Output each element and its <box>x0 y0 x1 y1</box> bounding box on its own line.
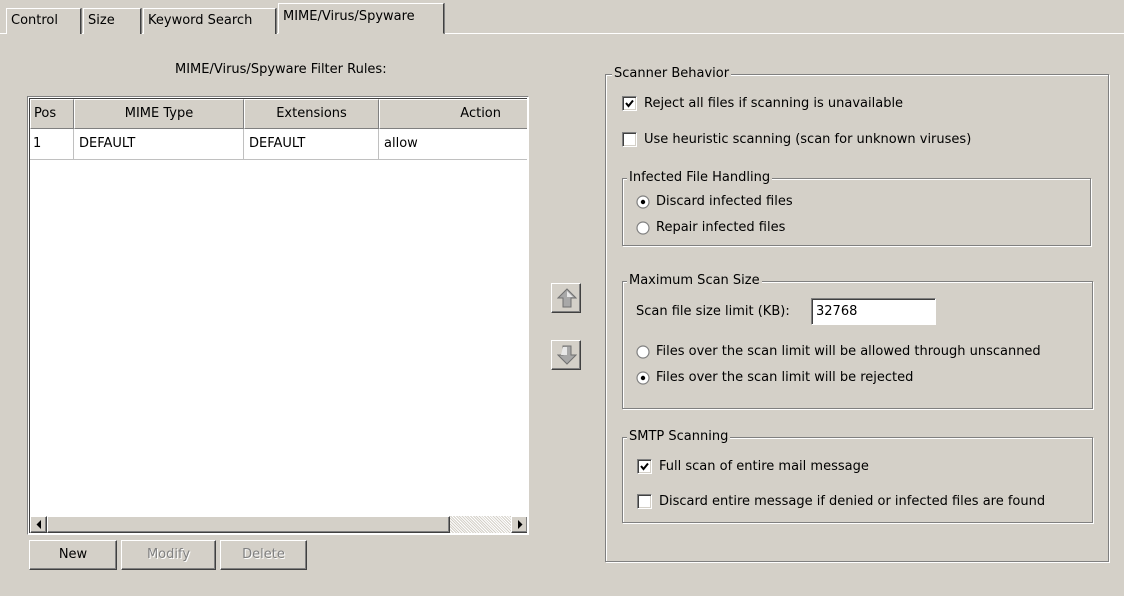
checkbox-box <box>622 96 637 111</box>
modify-button[interactable]: Modify <box>121 540 216 570</box>
scan-limit-input[interactable] <box>811 298 936 325</box>
delete-button[interactable]: Delete <box>220 540 307 570</box>
cell-pos: 1 <box>30 129 74 160</box>
tab-keyword-search[interactable]: Keyword Search <box>143 8 276 34</box>
move-down-button[interactable] <box>551 340 581 370</box>
new-button[interactable]: New <box>29 540 117 570</box>
checkbox-box <box>622 132 637 147</box>
maximum-scan-size-group: Maximum Scan Size Scan file size limit (… <box>622 273 1093 409</box>
infected-file-handling-legend: Infected File Handling <box>627 170 773 186</box>
checkbox-box <box>637 459 652 474</box>
column-header-extensions[interactable]: Extensions <box>244 99 379 129</box>
radio-unselected-icon <box>636 221 650 235</box>
heuristic-label: Use heuristic scanning (scan for unknown… <box>644 132 972 147</box>
scroll-right-button[interactable] <box>511 516 527 533</box>
checkmark-icon <box>640 462 649 471</box>
smtp-scanning-legend: SMTP Scanning <box>627 429 731 445</box>
scroll-thumb[interactable] <box>47 516 450 533</box>
checkmark-icon <box>625 99 634 108</box>
down-arrow-icon <box>557 345 577 365</box>
smtp-scanning-group: SMTP Scanning Full scan of entire mail m… <box>622 429 1093 523</box>
checkbox-box <box>637 494 652 509</box>
horizontal-scrollbar[interactable] <box>30 516 527 533</box>
maximum-scan-size-legend: Maximum Scan Size <box>627 273 762 289</box>
discard-infected-label: Discard infected files <box>656 194 793 209</box>
tab-control[interactable]: Control <box>6 8 81 34</box>
radio-selected-icon <box>636 371 650 385</box>
cell-action: allow <box>379 129 527 160</box>
repair-infected-label: Repair infected files <box>656 220 786 235</box>
discard-entire-label: Discard entire message if denied or infe… <box>659 494 1046 509</box>
scroll-left-icon <box>36 520 41 529</box>
scan-limit-label: Scan file size limit (KB): <box>636 304 790 319</box>
move-up-button[interactable] <box>551 283 581 313</box>
scroll-right-icon <box>518 520 523 529</box>
radio-unselected-icon <box>636 345 650 359</box>
table-row[interactable]: 1 DEFAULT DEFAULT allow <box>30 129 527 160</box>
tab-mime-virus-spyware[interactable]: MIME/Virus/Spyware <box>278 3 444 34</box>
table-header: Pos MIME Type Extensions Action <box>30 99 527 129</box>
rules-table: Pos MIME Type Extensions Action 1 DEFAUL… <box>27 96 529 535</box>
tab-size[interactable]: Size <box>83 8 141 34</box>
scanner-behavior-legend: Scanner Behavior <box>612 66 732 82</box>
column-header-action[interactable]: Action <box>379 99 527 129</box>
column-header-mime-type[interactable]: MIME Type <box>74 99 244 129</box>
column-header-pos[interactable]: Pos <box>30 99 74 129</box>
allow-unscanned-label: Files over the scan limit will be allowe… <box>656 344 1041 359</box>
radio-selected-icon <box>636 195 650 209</box>
reject-all-label: Reject all files if scanning is unavaila… <box>644 96 904 111</box>
scanner-behavior-group: Scanner Behavior Reject all files if sca… <box>605 66 1109 562</box>
cell-extensions: DEFAULT <box>244 129 379 160</box>
infected-file-handling-group: Infected File Handling Discard infected … <box>622 170 1091 246</box>
full-scan-label: Full scan of entire mail message <box>659 459 869 474</box>
up-arrow-icon <box>557 288 577 308</box>
reject-over-limit-label: Files over the scan limit will be reject… <box>656 370 914 385</box>
scroll-left-button[interactable] <box>30 516 47 533</box>
scroll-track[interactable] <box>450 516 511 533</box>
rules-caption: MIME/Virus/Spyware Filter Rules: <box>175 62 387 77</box>
cell-mime-type: DEFAULT <box>74 129 244 160</box>
